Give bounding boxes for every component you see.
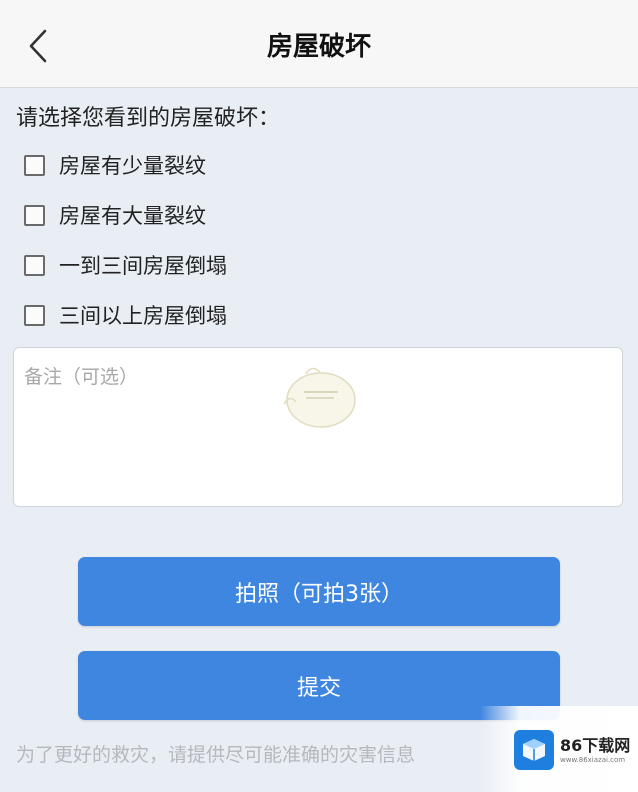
option-label: 一到三间房屋倒塌 (59, 254, 227, 278)
checkbox[interactable] (24, 304, 45, 326)
page-title: 房屋破坏 (266, 31, 371, 62)
option-over-three-collapsed[interactable]: 三间以上房屋倒塌 (24, 290, 227, 340)
option-label: 房屋有少量裂纹 (59, 154, 206, 178)
take-photo-button[interactable]: 拍照（可拍3张） (78, 557, 560, 626)
option-label: 三间以上房屋倒塌 (59, 304, 227, 328)
site-watermark: 86下载网 www.86xiazai.com (480, 706, 638, 792)
option-label: 房屋有大量裂纹 (59, 204, 206, 228)
watermark-name: 86下载网 (560, 736, 631, 755)
option-one-to-three-collapsed[interactable]: 一到三间房屋倒塌 (24, 240, 227, 290)
box-icon (514, 730, 554, 770)
checkbox[interactable] (24, 154, 45, 176)
watermark-url: www.86xiazai.com (560, 756, 626, 764)
checkbox[interactable] (24, 204, 45, 226)
checkbox[interactable] (24, 254, 45, 276)
option-major-cracks[interactable]: 房屋有大量裂纹 (24, 190, 227, 240)
app-header: 房屋破坏 (0, 0, 638, 88)
option-minor-cracks[interactable]: 房屋有少量裂纹 (24, 140, 227, 190)
damage-options: 房屋有少量裂纹 房屋有大量裂纹 一到三间房屋倒塌 三间以上房屋倒塌 (24, 140, 227, 340)
hint-text: 为了更好的救灾，请提供尽可能准确的灾害信息 (16, 744, 416, 766)
notes-input[interactable] (13, 347, 623, 507)
selection-prompt: 请选择您看到的房屋破坏： (16, 106, 281, 131)
